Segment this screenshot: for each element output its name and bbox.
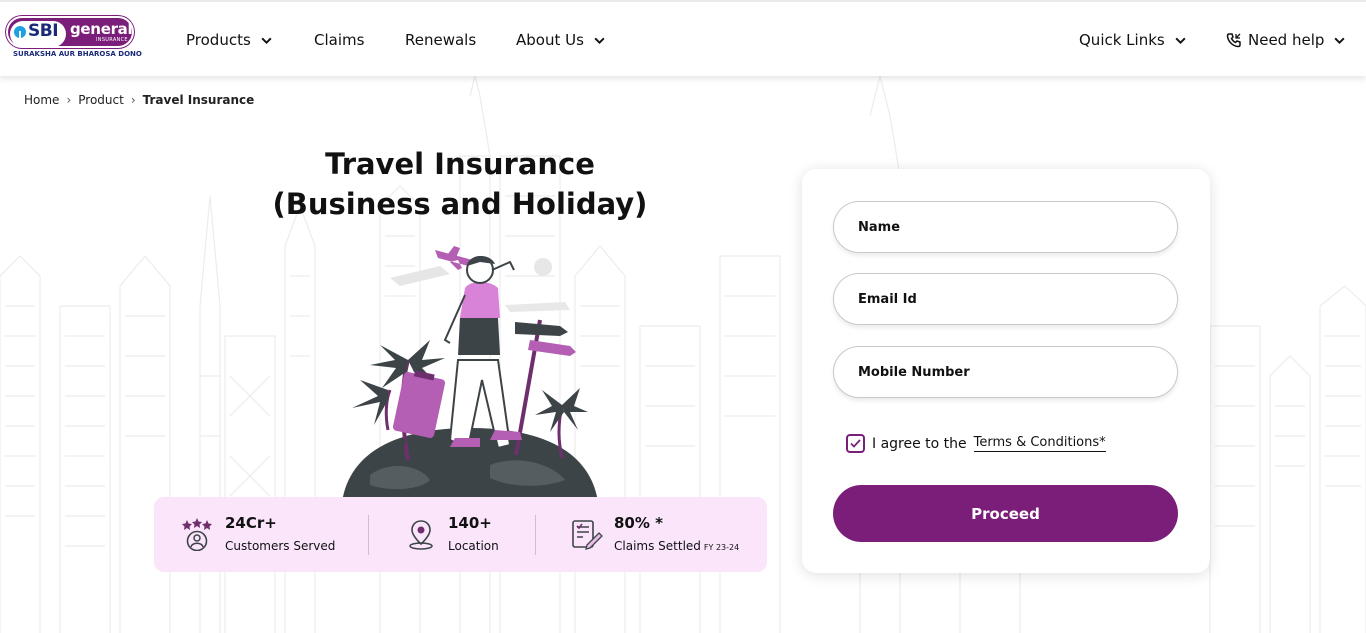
stat-claims-label-wrap: Claims Settled FY 23-24 bbox=[614, 539, 739, 553]
page-title-line-1: Travel Insurance bbox=[325, 147, 595, 181]
stat-location-label: Location bbox=[448, 539, 499, 553]
page-title: Travel Insurance (Business and Holiday) bbox=[200, 144, 720, 224]
logo-tagline: SURAKSHA AUR BHAROSA DONO bbox=[13, 50, 142, 58]
logo-insurance-text: INSURANCE bbox=[96, 37, 128, 43]
terms-agreement: I agree to the Terms & Conditions* bbox=[846, 434, 1106, 453]
stat-divider bbox=[535, 515, 536, 555]
need-help-label: Need help bbox=[1248, 31, 1325, 49]
stat-customers-value: 24Cr+ bbox=[225, 514, 277, 532]
stat-customers: 24Cr+ Customers Served bbox=[180, 511, 360, 561]
chevron-right-icon: › bbox=[66, 93, 72, 107]
stats-bar: 24Cr+ Customers Served 140+ Location 80%… bbox=[154, 497, 767, 572]
nav-renewals[interactable]: Renewals bbox=[405, 31, 476, 49]
nav-claims[interactable]: Claims bbox=[314, 31, 364, 49]
traveler-on-globe-illustration bbox=[342, 246, 598, 502]
breadcrumb-current: Travel Insurance bbox=[142, 93, 255, 107]
nav-products[interactable]: Products bbox=[186, 31, 273, 49]
logo-general-text: general bbox=[70, 20, 133, 38]
site-header: SBI general INSURANCE SURAKSHA AUR BHARO… bbox=[0, 0, 1366, 76]
stat-divider bbox=[368, 515, 369, 555]
agree-checkbox[interactable] bbox=[846, 434, 865, 453]
sbi-emblem-icon bbox=[14, 26, 26, 38]
logo-sbi-text: SBI bbox=[28, 21, 59, 41]
name-input[interactable] bbox=[858, 202, 1158, 252]
mobile-input[interactable] bbox=[858, 347, 1158, 397]
nav-renewals-label: Renewals bbox=[405, 31, 477, 49]
chevron-right-icon: › bbox=[130, 93, 136, 107]
nav-claims-label: Claims bbox=[314, 31, 365, 49]
location-pin-icon bbox=[409, 520, 433, 550]
phone-icon bbox=[1226, 33, 1241, 48]
sbi-general-logo[interactable]: SBI general INSURANCE SURAKSHA AUR BHARO… bbox=[6, 16, 142, 60]
email-input[interactable] bbox=[858, 274, 1158, 324]
breadcrumb: Home › Product › Travel Insurance bbox=[24, 93, 254, 107]
breadcrumb-product[interactable]: Product bbox=[78, 93, 124, 107]
claim-document-icon bbox=[572, 520, 603, 550]
nav-about-us[interactable]: About Us bbox=[516, 31, 606, 49]
chevron-down-icon bbox=[1175, 37, 1186, 44]
checkmark-icon bbox=[850, 439, 861, 448]
stat-customers-label: Customers Served bbox=[225, 539, 336, 553]
terms-conditions-link[interactable]: Terms & Conditions* bbox=[973, 435, 1106, 452]
stat-claims-period: FY 23-24 bbox=[703, 543, 740, 552]
need-help-menu[interactable]: Need help bbox=[1226, 31, 1346, 49]
chevron-down-icon bbox=[1334, 37, 1345, 44]
agree-text: I agree to the bbox=[872, 435, 967, 452]
stat-claims-value: 80% * bbox=[614, 514, 663, 532]
mobile-field[interactable] bbox=[833, 346, 1178, 398]
nav-products-label: Products bbox=[186, 31, 251, 49]
chevron-down-icon bbox=[594, 37, 605, 44]
quick-links-label: Quick Links bbox=[1079, 31, 1165, 49]
quick-links-menu[interactable]: Quick Links bbox=[1079, 31, 1187, 49]
proceed-button[interactable]: Proceed bbox=[833, 485, 1178, 542]
nav-about-us-label: About Us bbox=[516, 31, 584, 49]
logo-badge: SBI general INSURANCE bbox=[6, 16, 134, 48]
chevron-down-icon bbox=[261, 37, 272, 44]
stars-user-icon bbox=[182, 518, 212, 551]
stat-claims: 80% * Claims Settled FY 23-24 bbox=[569, 511, 759, 561]
name-field[interactable] bbox=[833, 201, 1178, 253]
quote-form-card: I agree to the Terms & Conditions* Proce… bbox=[802, 169, 1210, 573]
stat-location: 140+ Location bbox=[404, 511, 524, 561]
breadcrumb-home[interactable]: Home bbox=[24, 93, 59, 107]
stat-claims-label: Claims Settled bbox=[614, 539, 701, 553]
stat-location-value: 140+ bbox=[448, 514, 492, 532]
email-field[interactable] bbox=[833, 273, 1178, 325]
page-title-line-2: (Business and Holiday) bbox=[272, 187, 648, 221]
